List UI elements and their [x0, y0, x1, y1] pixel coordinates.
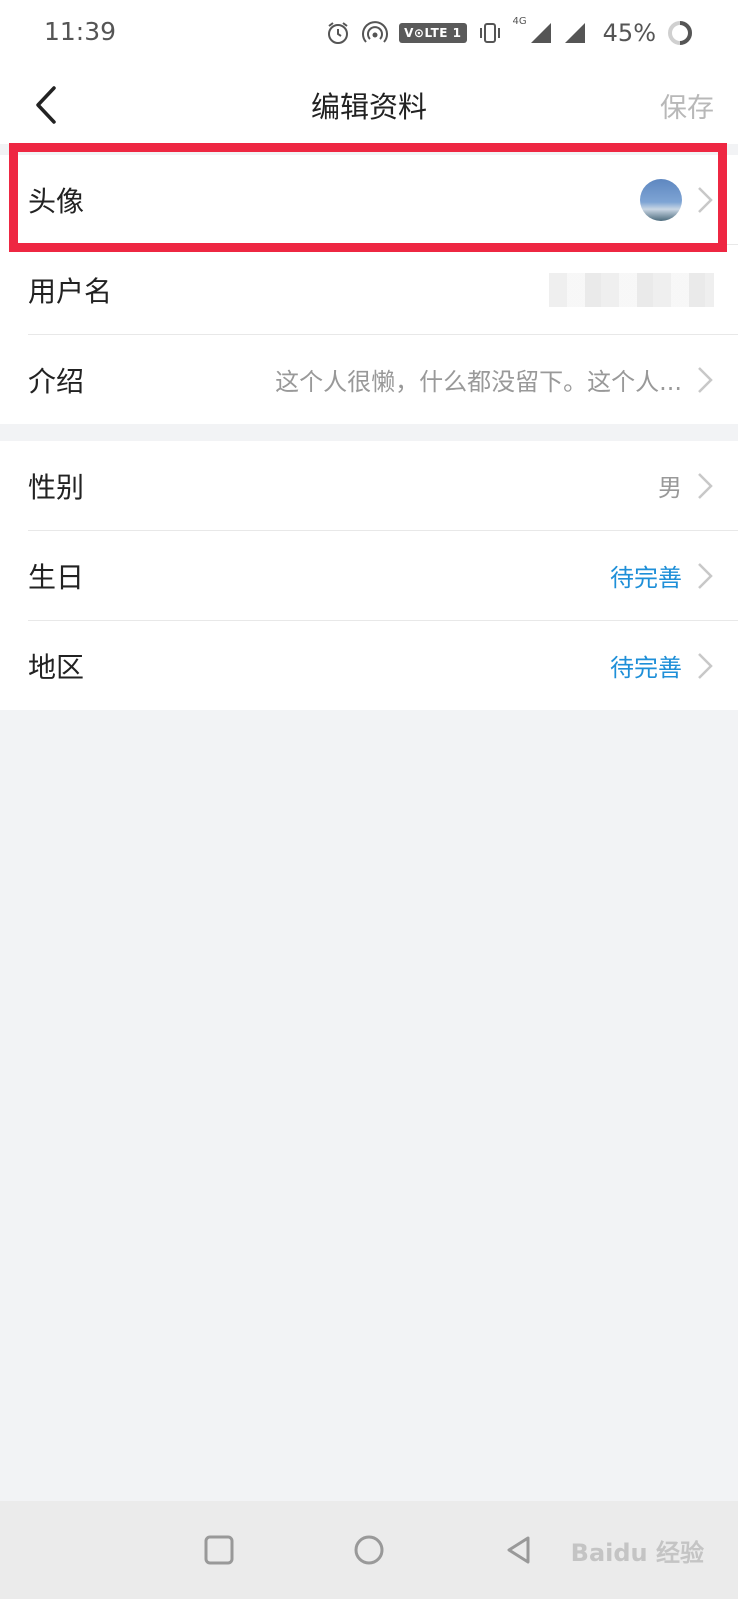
username-row[interactable]: 用户名 [0, 245, 738, 334]
gender-label: 性别 [28, 470, 85, 504]
system-nav-bar: Baidu 经验 [0, 1501, 738, 1599]
region-value: 待完善 [610, 654, 682, 682]
intro-row[interactable]: 介绍 这个人很懒，什么都没留下。这个人... [0, 335, 738, 424]
status-icons: V⊙LTE 1 4G 45% [325, 16, 694, 50]
details-section: 性别 男 生日 待完善 地区 待完善 [0, 441, 738, 710]
birthday-value: 待完善 [610, 564, 682, 592]
intro-value: 这个人很懒，什么都没留下。这个人... [275, 368, 682, 396]
page-title: 编辑资料 [310, 90, 427, 124]
birthday-label: 生日 [28, 560, 85, 594]
signal-icon [564, 23, 585, 43]
birthday-row[interactable]: 生日 待完善 [0, 531, 738, 620]
app-header: 编辑资料 保存 [0, 66, 738, 144]
battery-percent: 45% [602, 19, 656, 47]
recents-square-icon[interactable] [200, 1531, 238, 1569]
chevron-right-icon [698, 366, 713, 393]
network-type-label: 4G [512, 16, 527, 27]
volte-icon: V⊙LTE 1 [399, 23, 467, 43]
home-circle-icon[interactable] [350, 1531, 388, 1569]
chevron-right-icon [698, 652, 713, 679]
chevron-right-icon [698, 562, 713, 589]
back-triangle-icon[interactable] [500, 1531, 538, 1569]
save-button[interactable]: 保存 [660, 86, 714, 125]
username-value-obscured [549, 272, 714, 307]
status-bar: 11:39 V⊙LTE 1 4G 45% [0, 0, 738, 66]
username-label: 用户名 [28, 274, 113, 308]
region-row[interactable]: 地区 待完善 [0, 621, 738, 710]
gender-value: 男 [658, 474, 682, 502]
baidu-watermark: Baidu 经验 [570, 1539, 704, 1567]
gender-row[interactable]: 性别 男 [0, 441, 738, 530]
intro-label: 介绍 [28, 364, 85, 398]
alarm-icon [328, 22, 349, 44]
highlight-box [9, 143, 727, 252]
chevron-right-icon [698, 472, 713, 499]
signal-icon [530, 23, 551, 43]
status-time: 11:39 [44, 17, 117, 46]
battery-icon [668, 21, 692, 45]
vibrate-icon [479, 23, 500, 43]
hotspot-icon [362, 21, 389, 43]
region-label: 地区 [28, 650, 85, 684]
